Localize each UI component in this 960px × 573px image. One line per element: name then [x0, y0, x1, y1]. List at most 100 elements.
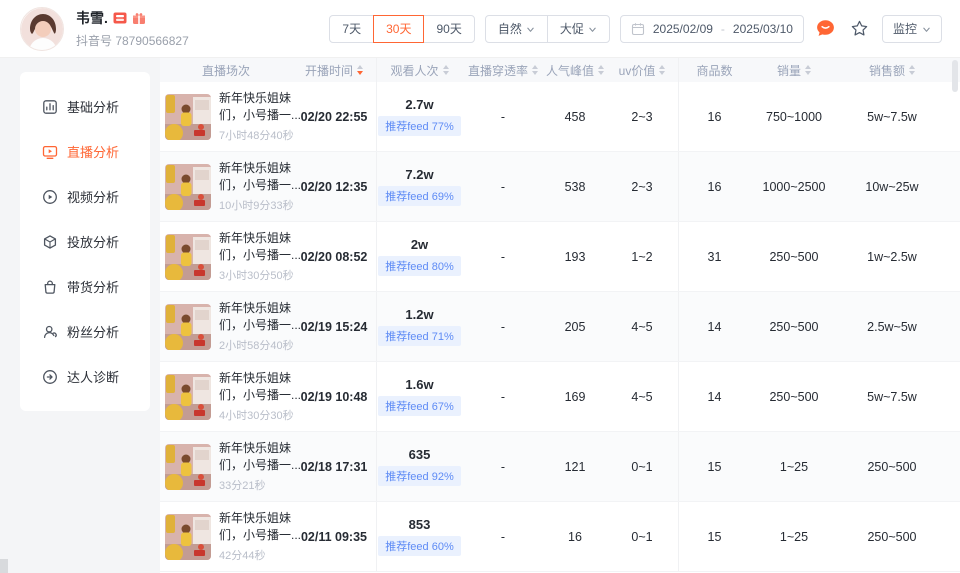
start-time-value: 02/18 17:31: [300, 459, 368, 474]
top-header-bar: 韦雪. 抖音号 78790566827 7天 30天 90天 自然 大促 2025/0…: [0, 0, 960, 58]
live-cover-thumbnail[interactable]: [165, 303, 211, 350]
column-label: 直播场次: [201, 63, 250, 78]
column-header-gmv[interactable]: 销售额: [838, 58, 960, 82]
cell-sales: 250~500: [750, 292, 838, 361]
calendar-icon: [631, 22, 645, 36]
live-title[interactable]: 新年快乐姐妹们，小号播一...: [219, 90, 303, 125]
sidebar-item-ads[interactable]: 投放分析: [20, 219, 150, 264]
sort-carets-icon[interactable]: [442, 65, 449, 75]
cell-start-time: 02/19 10:48: [292, 362, 376, 431]
sidebar-item-label: 基础分析: [67, 100, 120, 115]
live-cover-thumbnail[interactable]: [165, 93, 211, 140]
sidebar-item-video[interactable]: 视频分析: [20, 174, 150, 219]
range-filter-group: 7天 30天 90天: [329, 14, 475, 43]
live-duration: 42分44秒: [219, 550, 266, 563]
sidebar-item-label: 带货分析: [67, 280, 120, 295]
start-time-value: 02/19 10:48: [300, 389, 368, 404]
live-title[interactable]: 新年快乐姐妹们，小号播一...: [219, 160, 303, 195]
table-row[interactable]: 新年快乐姐妹们，小号播一... 4小时30分30秒 02/19 10:48 1.…: [160, 362, 960, 432]
cell-uv: 4~5: [606, 292, 678, 361]
products-value: 16: [707, 179, 722, 194]
sort-carets-icon[interactable]: [659, 65, 666, 75]
cell-views: 853 推荐feed 60%: [376, 502, 462, 571]
cell-views: 635 推荐feed 92%: [376, 432, 462, 501]
sort-carets-icon[interactable]: [598, 65, 604, 75]
mode-dropdown-1[interactable]: 大促: [546, 14, 610, 43]
cell-session: 新年快乐姐妹们，小号播一... 7小时48分40秒: [160, 82, 301, 151]
cell-sales: 1000~2500: [750, 152, 838, 221]
cell-gmv: 1w~2.5w: [838, 222, 960, 291]
scrollbar-thumb[interactable]: [952, 60, 958, 92]
column-header-peak[interactable]: 人气峰值: [544, 58, 606, 82]
cell-start-time: 02/11 09:35: [292, 502, 376, 571]
cell-gmv: 10w~25w: [838, 152, 960, 221]
sort-carets-icon[interactable]: [357, 65, 363, 75]
sidebar-item-basic[interactable]: 基础分析: [20, 84, 150, 129]
products-value: 15: [707, 529, 722, 544]
live-cover-thumbnail[interactable]: [165, 163, 211, 210]
views-value: 635: [408, 447, 431, 462]
views-value: 853: [408, 517, 431, 532]
sidebar-menu: 基础分析 直播分析 视频分析 投放分析 带货分析 粉丝分析 达人诊断: [20, 72, 150, 411]
cell-start-time: 02/20 08:52: [292, 222, 376, 291]
uv-value: 0~1: [631, 529, 653, 544]
start-time-value: 02/20 08:52: [300, 249, 368, 264]
live-title[interactable]: 新年快乐姐妹们，小号播一...: [219, 300, 303, 335]
cell-penetration: -: [462, 362, 544, 431]
uv-value: 4~5: [631, 319, 653, 334]
date-range-picker[interactable]: 2025/02/09 - 2025/03/10: [619, 14, 804, 43]
column-header-products: 商品数: [678, 58, 750, 82]
start-time-value: 02/11 09:35: [300, 529, 368, 544]
user-name: 韦雪.: [76, 10, 108, 26]
favorite-star-icon[interactable]: [848, 17, 872, 41]
live-cover-thumbnail[interactable]: [165, 443, 211, 490]
sidebar-item-fans[interactable]: 粉丝分析: [20, 309, 150, 354]
live-title[interactable]: 新年快乐姐妹们，小号播一...: [219, 440, 303, 475]
live-cover-thumbnail[interactable]: [165, 233, 211, 280]
column-label: 开播时间: [304, 63, 353, 78]
column-header-start_time[interactable]: 开播时间: [292, 58, 376, 82]
table-row[interactable]: 新年快乐姐妹们，小号播一... 7小时48分40秒 02/20 22:55 2.…: [160, 82, 960, 152]
penetration-value: -: [500, 319, 506, 334]
live-cover-thumbnail[interactable]: [165, 373, 211, 420]
table-row[interactable]: 新年快乐姐妹们，小号播一... 10小时9分33秒 02/20 12:35 7.…: [160, 152, 960, 222]
goods-analysis-icon: [42, 279, 58, 295]
cell-products: 31: [678, 222, 750, 291]
sales-value: 1000~2500: [762, 179, 826, 194]
live-title[interactable]: 新年快乐姐妹们，小号播一...: [219, 370, 303, 405]
range-button-90天[interactable]: 90天: [423, 14, 475, 43]
sort-carets-icon[interactable]: [532, 65, 538, 75]
column-header-sales[interactable]: 销量: [750, 58, 838, 82]
table-row[interactable]: 新年快乐姐妹们，小号播一... 33分21秒 02/18 17:31 635 推…: [160, 432, 960, 502]
sort-carets-icon[interactable]: [805, 65, 811, 75]
table-row[interactable]: 新年快乐姐妹们，小号播一... 42分44秒 02/11 09:35 853 推…: [160, 502, 960, 572]
range-button-30天[interactable]: 30天: [373, 14, 425, 43]
sort-carets-icon[interactable]: [909, 65, 915, 75]
cell-sales: 1~25: [750, 502, 838, 571]
cell-start-time: 02/19 15:24: [292, 292, 376, 361]
monitor-dropdown-button[interactable]: 监控: [881, 14, 942, 43]
column-header-penetration[interactable]: 直播穿透率: [462, 58, 544, 82]
compare-icon[interactable]: [814, 17, 838, 41]
table-row[interactable]: 新年快乐姐妹们，小号播一... 2小时58分40秒 02/19 15:24 1.…: [160, 292, 960, 362]
sidebar-item-diagnosis[interactable]: 达人诊断: [20, 354, 150, 399]
live-title[interactable]: 新年快乐姐妹们，小号播一...: [219, 230, 303, 265]
cell-penetration: -: [462, 502, 544, 571]
live-duration: 3小时30分50秒: [219, 270, 294, 283]
column-header-views[interactable]: 观看人次: [376, 58, 462, 82]
mode-dropdown-0[interactable]: 自然: [484, 14, 548, 43]
sales-value: 1~25: [779, 459, 809, 474]
peak-value: 193: [564, 249, 586, 264]
sidebar-item-live[interactable]: 直播分析: [20, 129, 150, 174]
avatar[interactable]: [20, 6, 64, 51]
column-header-uv[interactable]: uv价值: [606, 58, 678, 82]
start-time-value: 02/20 12:35: [300, 179, 368, 194]
cell-views: 1.6w 推荐feed 67%: [376, 362, 462, 431]
views-value: 1.2w: [405, 307, 434, 322]
ads-analysis-icon: [42, 234, 58, 250]
live-title[interactable]: 新年快乐姐妹们，小号播一...: [219, 510, 303, 545]
live-cover-thumbnail[interactable]: [165, 513, 211, 560]
table-row[interactable]: 新年快乐姐妹们，小号播一... 3小时30分50秒 02/20 08:52 2w…: [160, 222, 960, 292]
sidebar-item-goods[interactable]: 带货分析: [20, 264, 150, 309]
range-button-7天[interactable]: 7天: [329, 14, 375, 43]
